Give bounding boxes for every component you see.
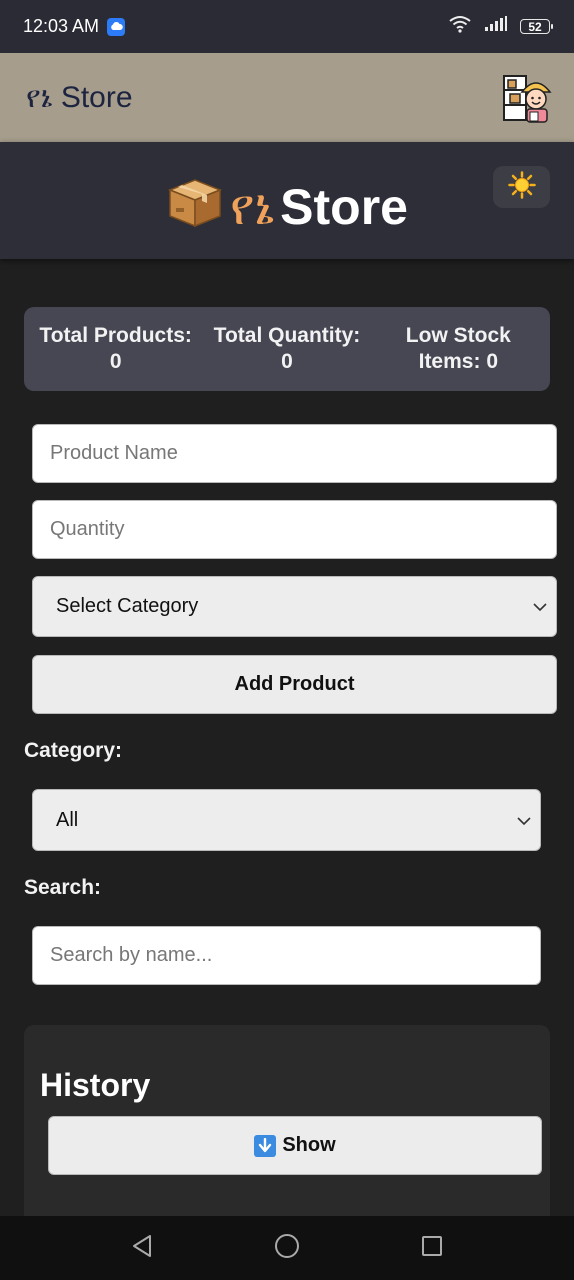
- cloud-icon: [107, 17, 126, 36]
- app-bar: የኔ Store: [0, 53, 574, 142]
- search-input[interactable]: Search by name...: [32, 926, 541, 985]
- chevron-down-icon: [532, 595, 548, 618]
- search-label: Search:: [24, 876, 102, 899]
- sun-icon: [507, 170, 536, 204]
- history-title: History: [40, 1067, 151, 1103]
- store-keeper-logo-icon: [502, 72, 554, 124]
- page-header: የኔ Store: [0, 142, 574, 259]
- app-bar-title: የኔ Store: [26, 80, 133, 114]
- stat-low-stock-value: 0: [486, 350, 498, 373]
- status-time: 12:03 AM: [23, 16, 100, 36]
- stats-panel: Total Products: 0 Total Quantity: 0 Low …: [24, 307, 550, 391]
- recents-icon[interactable]: [420, 1234, 444, 1263]
- home-icon[interactable]: [273, 1232, 301, 1265]
- battery-icon: 52: [520, 19, 553, 34]
- category-select-value: Select Category: [56, 595, 199, 617]
- category-filter-select[interactable]: All: [32, 789, 541, 851]
- wifi-icon: [448, 15, 472, 38]
- theme-toggle-button[interactable]: [493, 166, 550, 208]
- package-icon: [166, 172, 224, 242]
- category-filter-label: Category:: [24, 739, 123, 762]
- status-right: 52: [448, 15, 553, 38]
- category-select[interactable]: Select Category: [32, 576, 557, 637]
- quantity-input[interactable]: Quantity: [32, 500, 557, 559]
- stat-total-quantity: Total Quantity: 0: [202, 323, 372, 375]
- show-history-label: Show: [282, 1134, 336, 1156]
- stat-total-products-value: 0: [109, 350, 122, 373]
- chevron-down-icon: [516, 809, 532, 832]
- system-nav-bar: [0, 1216, 574, 1280]
- stat-low-stock: Low Stock Items: 0: [373, 323, 543, 375]
- title-store: Store: [280, 179, 408, 235]
- stat-total-quantity-value: 0: [281, 350, 293, 373]
- show-history-button[interactable]: Show: [48, 1116, 542, 1175]
- status-left: 12:03 AM: [23, 16, 126, 37]
- signal-icon: [484, 16, 508, 37]
- arrow-down-icon: [254, 1134, 277, 1157]
- add-product-button[interactable]: Add Product: [32, 655, 557, 714]
- stat-total-products: Total Products: 0: [31, 323, 201, 375]
- stat-total-quantity-label: Total Quantity:: [213, 324, 361, 347]
- page-title: የኔ Store: [0, 172, 574, 242]
- back-icon[interactable]: [130, 1233, 154, 1264]
- category-filter-value: All: [56, 808, 79, 831]
- title-ethiopic: የኔ: [230, 178, 275, 235]
- status-bar: 12:03 AM 52: [0, 0, 574, 53]
- stat-total-products-label: Total Products:: [39, 324, 192, 347]
- product-name-input[interactable]: Product Name: [32, 424, 557, 483]
